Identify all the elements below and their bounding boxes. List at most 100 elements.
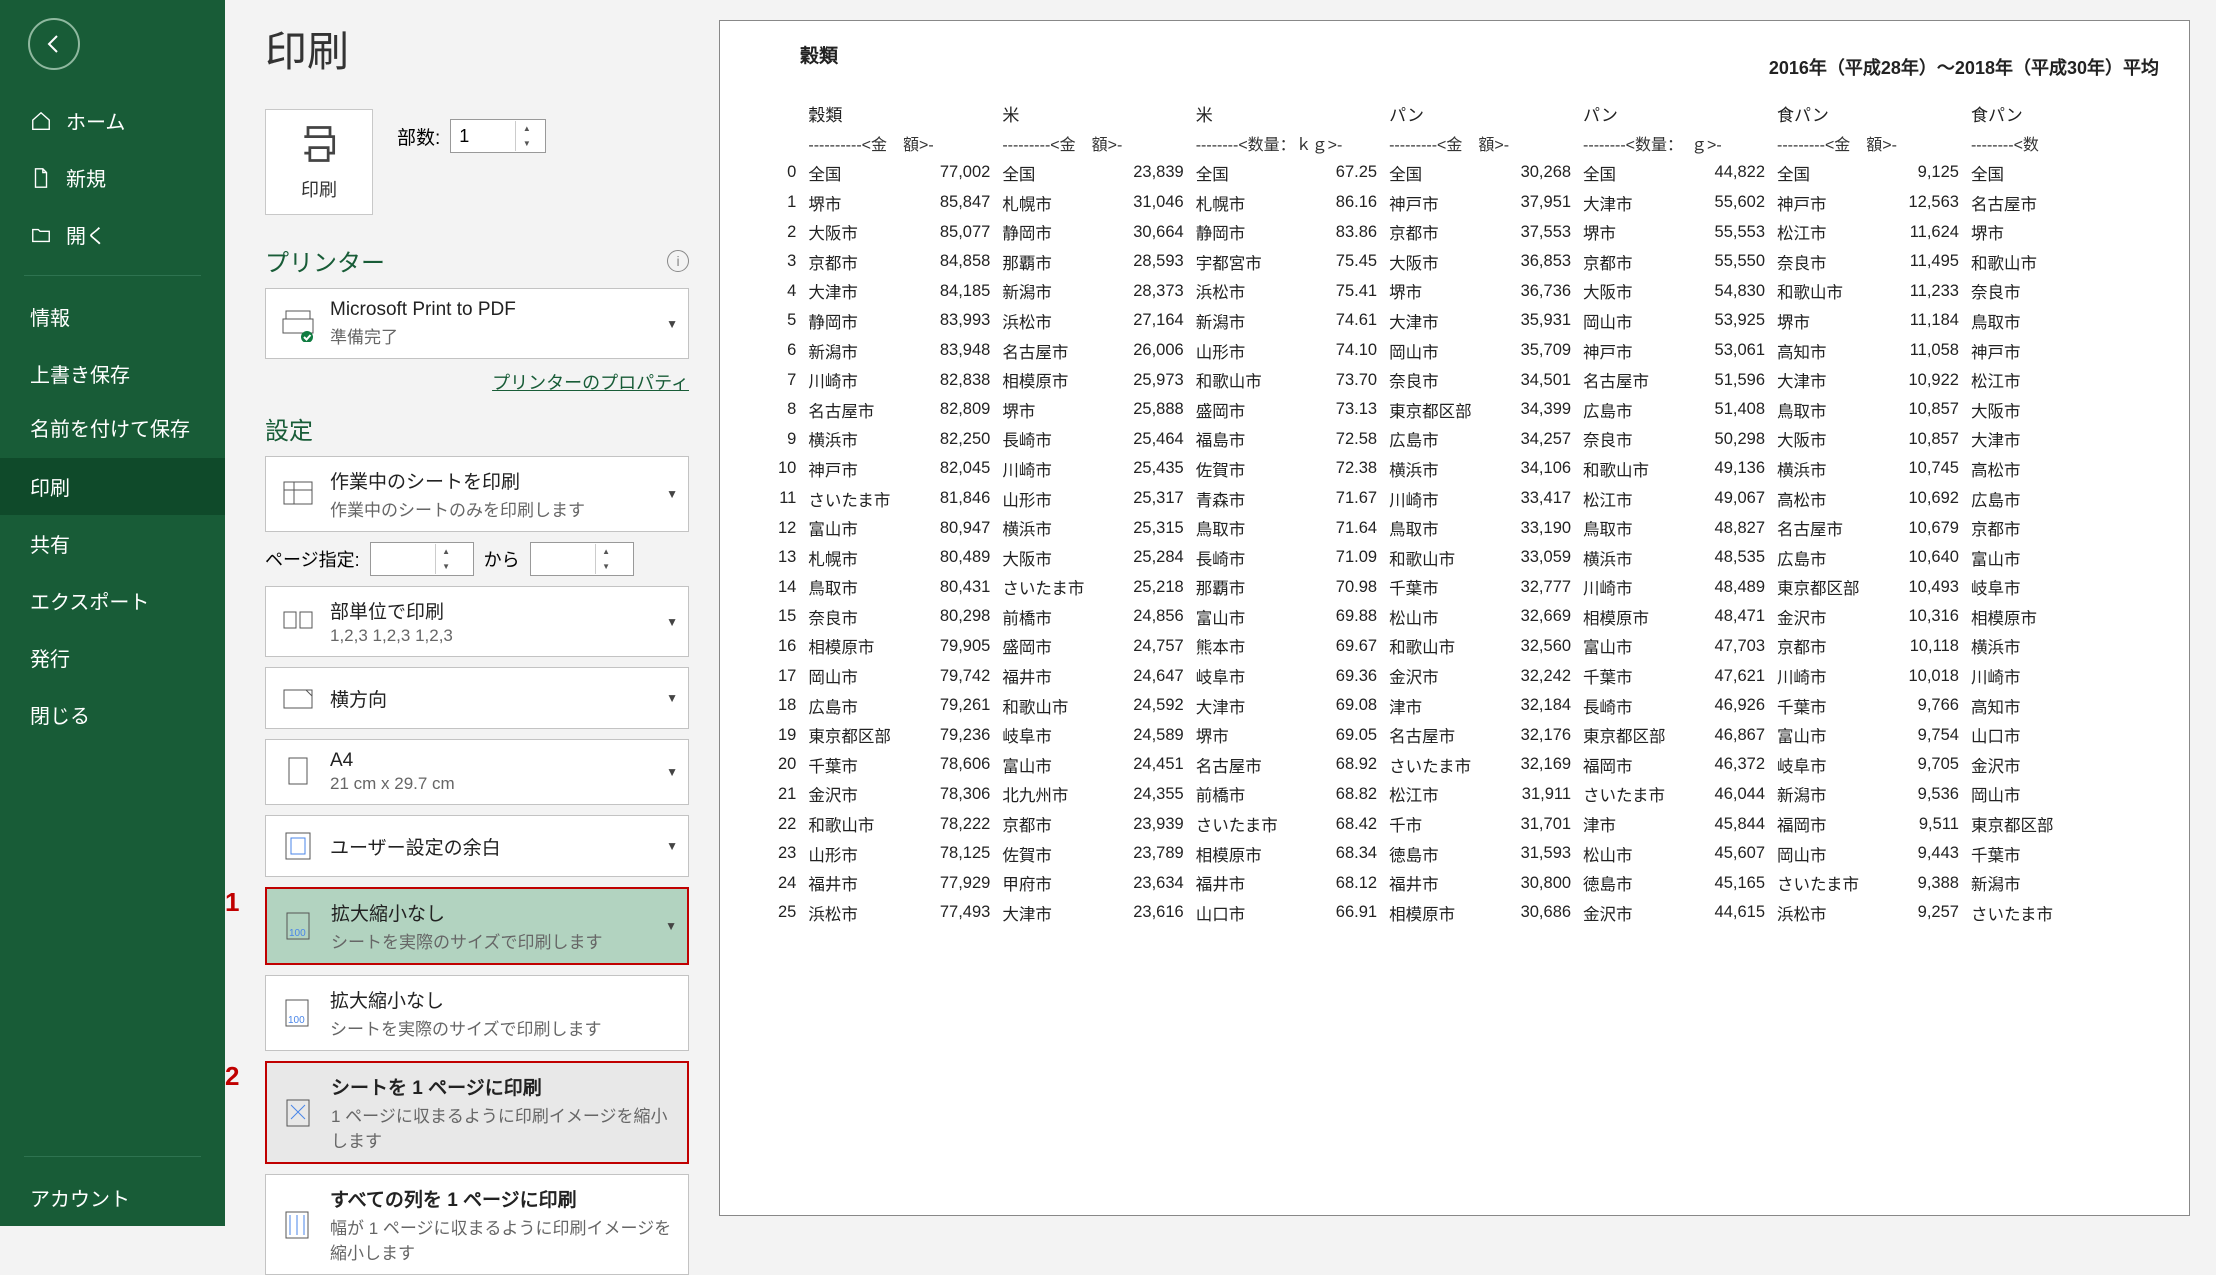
copies-input[interactable]: [451, 126, 515, 147]
nav-info[interactable]: 情報: [0, 288, 225, 345]
printer-name: Microsoft Print to PDF: [330, 299, 676, 321]
nav-export[interactable]: エクスポート: [0, 572, 225, 629]
print-settings-column: 印刷 印刷 部数: ▲ ▼ プリンター i: [225, 0, 715, 1226]
page-from-up[interactable]: ▲: [436, 544, 457, 559]
scaling-sub: シートを実際のサイズで印刷します: [331, 928, 675, 953]
opt-sub: 幅が 1 ページに収まるように印刷イメージを縮小します: [330, 1214, 676, 1264]
print-what-sub: 作業中のシートのみを印刷します: [330, 496, 676, 521]
margins-dropdown[interactable]: ユーザー設定の余白 ▼: [265, 815, 689, 877]
backstage-sidebar: ホーム 新規 開く 情報 上書き保存 名前を付けて保存 印刷 共有 エクスポート…: [0, 0, 225, 1226]
fit-sheet-icon: [281, 1095, 317, 1131]
chevron-down-icon: ▼: [665, 919, 677, 933]
table-row: 0全国77,002全国23,839全国67.25全国30,268全国44,822…: [750, 158, 2159, 188]
table-row: 25浜松市77,493大津市23,616山口市66.91相模原市30,686金沢…: [750, 898, 2159, 928]
nav-save[interactable]: 上書き保存: [0, 345, 225, 402]
home-icon: [30, 110, 52, 132]
page-from-spinner[interactable]: ▲▼: [370, 542, 474, 576]
scaling-option-fit-cols[interactable]: すべての列を 1 ページに印刷 幅が 1 ページに収まるように印刷イメージを縮小…: [265, 1174, 689, 1275]
table-row: 10神戸市82,045川崎市25,435佐賀市72.38横浜市34,106和歌山…: [750, 454, 2159, 484]
table-row: 11さいたま市81,846山形市25,317青森市71.67川崎市33,417松…: [750, 484, 2159, 514]
printer-icon: [297, 122, 341, 166]
main-area: 印刷 印刷 部数: ▲ ▼ プリンター i: [225, 0, 2216, 1226]
scaling-option-noscale[interactable]: 100 拡大縮小なし シートを実際のサイズで印刷します: [265, 975, 689, 1051]
nav-close[interactable]: 閉じる: [0, 686, 225, 743]
back-button[interactable]: [28, 18, 80, 70]
collate-title: 部単位で印刷: [330, 597, 676, 624]
print-button[interactable]: 印刷: [265, 109, 373, 215]
print-what-dropdown[interactable]: 作業中のシートを印刷 作業中のシートのみを印刷します ▼: [265, 456, 689, 532]
scaling-dropdown[interactable]: 100 拡大縮小なし シートを実際のサイズで印刷します ▼: [265, 887, 689, 965]
opt-title: すべての列を 1 ページに印刷: [330, 1185, 676, 1212]
printer-status: 準備完了: [330, 323, 676, 348]
table-row: 3京都市84,858那覇市28,593宇都宮市75.45大阪市36,853京都市…: [750, 247, 2159, 277]
svg-text:100: 100: [288, 1015, 305, 1026]
page-from-down[interactable]: ▼: [436, 559, 457, 574]
table-row: 5静岡市83,993浜松市27,164新潟市74.61大津市35,931岡山市5…: [750, 306, 2159, 336]
data-table: 穀類米米パンパン食パン食パン----------<金 額>----------<…: [750, 98, 2159, 928]
nav-print[interactable]: 印刷: [0, 458, 225, 515]
margins-value: ユーザー設定の余白: [330, 833, 676, 860]
nav-open-label: 開く: [66, 220, 106, 249]
nav-home[interactable]: ホーム: [0, 92, 225, 149]
page-spec-label: ページ指定:: [265, 546, 360, 572]
fit-cols-icon: [280, 1207, 316, 1243]
scaling-option-fit-sheet[interactable]: シートを 1 ページに印刷 1 ページに収まるように印刷イメージを縮小します: [265, 1061, 689, 1164]
annotation-marker-1: 1: [225, 887, 239, 918]
nav-home-label: ホーム: [66, 106, 125, 135]
orientation-value: 横方向: [330, 685, 676, 712]
paper-sub: 21 cm x 29.7 cm: [330, 774, 676, 794]
chevron-down-icon: ▼: [666, 839, 678, 853]
nav-saveas[interactable]: 名前を付けて保存: [0, 402, 225, 458]
print-button-label: 印刷: [301, 176, 337, 202]
paper-dropdown[interactable]: A4 21 cm x 29.7 cm ▼: [265, 739, 689, 805]
landscape-icon: [280, 680, 316, 716]
chevron-down-icon: ▼: [666, 487, 678, 501]
paper-title: A4: [330, 750, 676, 772]
nav-open[interactable]: 開く: [0, 206, 225, 263]
opt-title: シートを 1 ページに印刷: [331, 1073, 675, 1100]
copies-spinner[interactable]: ▲ ▼: [450, 119, 546, 153]
sheet-icon: [280, 476, 316, 512]
page-to-up[interactable]: ▲: [596, 544, 617, 559]
print-preview-area: 穀類 2016年（平成28年）～2018年（平成30年）平均 穀類米米パンパン食…: [715, 0, 2216, 1226]
copies-label: 部数:: [397, 123, 440, 150]
table-row: 19東京都区部79,236岐阜市24,589堺市69.05名古屋市32,176東…: [750, 720, 2159, 750]
printer-dropdown[interactable]: Microsoft Print to PDF 準備完了 ▼: [265, 288, 689, 359]
print-what-title: 作業中のシートを印刷: [330, 467, 676, 494]
chevron-down-icon: ▼: [666, 317, 678, 331]
no-scaling-icon: 100: [280, 995, 316, 1031]
table-row: 1堺市85,847札幌市31,046札幌市86.16神戸市37,951大津市55…: [750, 188, 2159, 218]
printer-properties-link[interactable]: プリンターのプロパティ: [492, 373, 689, 393]
page-to-down[interactable]: ▼: [596, 559, 617, 574]
folder-open-icon: [30, 224, 52, 246]
table-row: 6新潟市83,948名古屋市26,006山形市74.10岡山市35,709神戸市…: [750, 336, 2159, 366]
chevron-down-icon: ▼: [666, 691, 678, 705]
table-row: 8名古屋市82,809堺市25,888盛岡市73.13東京都区部34,399広島…: [750, 395, 2159, 425]
table-row: 7川崎市82,838相模原市25,973和歌山市73.70奈良市34,501名古…: [750, 365, 2159, 395]
info-icon[interactable]: i: [667, 250, 689, 272]
printer-ready-icon: [280, 306, 316, 342]
collate-dropdown[interactable]: 部単位で印刷 1,2,3 1,2,3 1,2,3 ▼: [265, 586, 689, 657]
table-row: 20千葉市78,606富山市24,451名古屋市68.92さいたま市32,169…: [750, 750, 2159, 780]
copies-down[interactable]: ▼: [516, 136, 537, 151]
collate-sub: 1,2,3 1,2,3 1,2,3: [330, 626, 676, 646]
page-to-spinner[interactable]: ▲▼: [530, 542, 634, 576]
nav-publish[interactable]: 発行: [0, 629, 225, 686]
table-row: 22和歌山市78,222京都市23,939さいたま市68.42千市31,701津…: [750, 809, 2159, 839]
chevron-down-icon: ▼: [666, 765, 678, 779]
nav-new[interactable]: 新規: [0, 149, 225, 206]
opt-title: 拡大縮小なし: [330, 986, 676, 1013]
orientation-dropdown[interactable]: 横方向 ▼: [265, 667, 689, 729]
table-row: 4大津市84,185新潟市28,373浜松市75.41堺市36,736大阪市54…: [750, 277, 2159, 307]
table-row: 18広島市79,261和歌山市24,592大津市69.08津市32,184長崎市…: [750, 691, 2159, 721]
margins-icon: [280, 828, 316, 864]
page-from-input[interactable]: [371, 549, 435, 570]
nav-share[interactable]: 共有: [0, 515, 225, 572]
paper-icon: [280, 754, 316, 790]
doc-date-range: 2016年（平成28年）～2018年（平成30年）平均: [750, 54, 2159, 80]
page-to-input[interactable]: [531, 549, 595, 570]
nav-account[interactable]: アカウント: [0, 1169, 225, 1226]
table-row: 16相模原市79,905盛岡市24,757熊本市69.67和歌山市32,560富…: [750, 632, 2159, 662]
new-icon: [30, 167, 52, 189]
copies-up[interactable]: ▲: [516, 121, 537, 136]
